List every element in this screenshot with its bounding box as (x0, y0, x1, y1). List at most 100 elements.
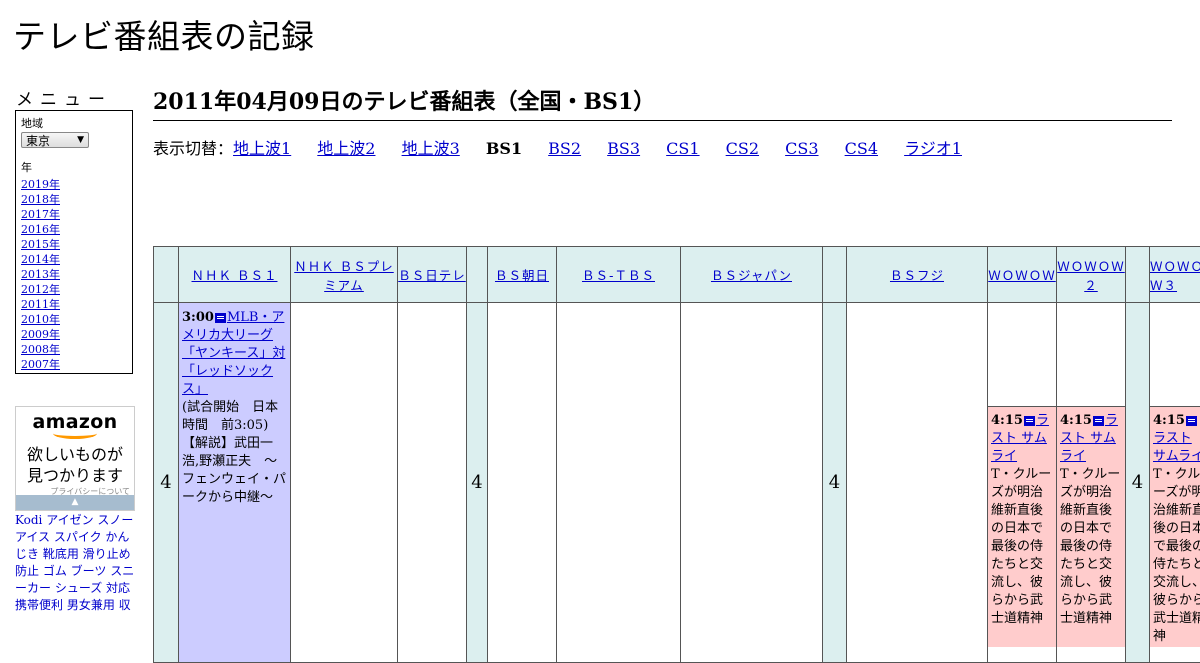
channel-header-row: ＮＨＫ ＢＳ１ ＮＨＫ ＢＳプレミアム ＢＳ日テレ ＢＳ朝日 ＢＳ-ＴＢＳ ＢＳ… (154, 247, 1200, 303)
switch-cs1[interactable]: CS1 (666, 139, 699, 158)
channel-link[interactable]: ＢＳ朝日 (495, 268, 549, 283)
schedule-cell-empty (557, 303, 681, 663)
year-link-2016[interactable]: 2016年 (21, 223, 60, 236)
year-link-2011[interactable]: 2011年 (21, 298, 60, 311)
switcher-label: 表示切替： (153, 139, 233, 158)
program-last-samurai: 4:15ラスト サムライ T・クルーズが明治維新直後の日本で最後の侍たちと交流し… (988, 407, 1056, 647)
channel-link[interactable]: ＢＳ-ＴＢＳ (582, 268, 655, 283)
view-switcher: 表示切替：地上波1 地上波2 地上波3 BS1 BS2 BS3 CS1 CS2 … (153, 135, 983, 159)
switch-terrestrial2[interactable]: 地上波2 (317, 139, 375, 158)
channel-wowow: ＷＯＷＯＷ (988, 247, 1057, 303)
switch-bs3[interactable]: BS3 (607, 139, 640, 158)
amazon-ad[interactable]: amazon 欲しいものが 見つかります プライバシーについて ▲ (15, 406, 135, 511)
switch-bs1-current: BS1 (486, 139, 522, 158)
year-link-2013[interactable]: 2013年 (21, 268, 60, 281)
channel-link[interactable]: ＷＯＷＯＷ２ (1057, 259, 1125, 293)
subtitle-icon (1093, 416, 1104, 426)
data-broadcast-icon (215, 313, 226, 323)
channel-link[interactable]: ＢＳフジ (890, 268, 944, 283)
hour-header (1126, 247, 1150, 303)
region-select[interactable]: 東京 ▼ (21, 132, 89, 148)
hour-header (154, 247, 179, 303)
hour-cell: 4 (823, 303, 847, 663)
hour-row-4: 4 3:00MLB・アメリカ大リーグ「ヤンキース」対「レッドソックス」 (試合開… (154, 303, 1200, 663)
switch-bs2[interactable]: BS2 (548, 139, 581, 158)
year-link-2012[interactable]: 2012年 (21, 283, 60, 296)
switch-cs4[interactable]: CS4 (845, 139, 878, 158)
channel-bs-nittele: ＢＳ日テレ (398, 247, 467, 303)
menu-heading: メニュー (16, 85, 112, 110)
year-link-2009[interactable]: 2009年 (21, 328, 60, 341)
ad-bar[interactable]: ▲ (16, 495, 134, 510)
schedule-cell-empty (291, 303, 398, 663)
hour-cell: 4 (467, 303, 488, 663)
hour-cell: 4 (1126, 303, 1150, 663)
region-label: 地域 (21, 115, 127, 131)
program-cell-wowow2: 4:15ラスト サムライ T・クルーズが明治維新直後の日本で最後の侍たちと交流し… (1057, 303, 1126, 663)
ad-copy-line1: 欲しいものが (16, 444, 134, 465)
page-title: 2011年04月09日のテレビ番組表（全国・BS1） (153, 84, 1172, 121)
year-link-2019[interactable]: 2019年 (21, 178, 60, 191)
ad-copy: 欲しいものが 見つかります (16, 444, 134, 486)
schedule-table: ＮＨＫ ＢＳ１ ＮＨＫ ＢＳプレミアム ＢＳ日テレ ＢＳ朝日 ＢＳ-ＴＢＳ ＢＳ… (153, 246, 1200, 663)
switch-terrestrial3[interactable]: 地上波3 (402, 139, 460, 158)
program-cell-wowow3: 4:15 ラスト サムライ T・クルーズが明治維新直後の日本で最後の侍たちと交流し… (1150, 303, 1200, 663)
channel-bs-fuji: ＢＳフジ (847, 247, 988, 303)
program-time: 4:15 (1060, 413, 1092, 428)
year-link-2007[interactable]: 2007年 (21, 358, 60, 371)
program-last-samurai: 4:15 ラスト サムライ T・クルーズが明治維新直後の日本で最後の侍たちと交流し… (1150, 407, 1200, 647)
switch-cs3[interactable]: CS3 (785, 139, 818, 158)
channel-link[interactable]: ＢＳ日テレ (398, 268, 466, 283)
year-link-2008[interactable]: 2008年 (21, 343, 60, 356)
program-time: 4:15 (991, 413, 1023, 428)
switch-radio1[interactable]: ラジオ1 (904, 139, 962, 158)
channel-link[interactable]: ＢＳジャパン (711, 268, 792, 283)
channel-wowow3: ＷＯＷＯＷ３ (1150, 247, 1200, 303)
region-select-value: 東京 (26, 132, 50, 149)
channel-link[interactable]: ＷＯＷＯＷ (988, 268, 1056, 283)
switch-cs2[interactable]: CS2 (726, 139, 759, 158)
menu-panel: 地域 東京 ▼ 年 2019年 2018年 2017年 2016年 2015年 … (15, 110, 133, 374)
schedule-cell-empty (398, 303, 467, 663)
year-link-2018[interactable]: 2018年 (21, 193, 60, 206)
program-description: T・クルーズが明治維新直後の日本で最後の侍たちと交流し、彼らから武士道精神 (1153, 466, 1200, 646)
schedule-cell-empty (988, 303, 1056, 407)
amazon-logo: amazon (16, 411, 134, 433)
channel-bs-asahi: ＢＳ朝日 (488, 247, 557, 303)
year-link-2017[interactable]: 2017年 (21, 208, 60, 221)
schedule-cell-empty (488, 303, 557, 663)
schedule-cell-empty (1057, 303, 1125, 407)
schedule-cell-empty (681, 303, 823, 663)
channel-bs-tbs: ＢＳ-ＴＢＳ (557, 247, 681, 303)
program-description: T・クルーズが明治維新直後の日本で最後の侍たちと交流し、彼らから武士道精神 (991, 466, 1053, 628)
schedule-cell-empty (847, 303, 988, 663)
switch-terrestrial1[interactable]: 地上波1 (233, 139, 291, 158)
program-cell-wowow: 4:15ラスト サムライ T・クルーズが明治維新直後の日本で最後の侍たちと交流し… (988, 303, 1057, 663)
channel-link[interactable]: ＮＨＫ ＢＳプレミアム (294, 259, 393, 293)
site-title: テレビ番組表の記録 (13, 10, 315, 58)
channel-link[interactable]: ＷＯＷＯＷ３ (1150, 259, 1200, 293)
program-time: 4:15 (1153, 413, 1185, 428)
channel-bs-japan: ＢＳジャパン (681, 247, 823, 303)
hour-header (467, 247, 488, 303)
year-link-2010[interactable]: 2010年 (21, 313, 60, 326)
program-last-samurai: 4:15ラスト サムライ T・クルーズが明治維新直後の日本で最後の侍たちと交流し… (1057, 407, 1125, 647)
program-description: T・クルーズが明治維新直後の日本で最後の侍たちと交流し、彼らから武士道精神 (1060, 466, 1122, 628)
channel-wowow2: ＷＯＷＯＷ２ (1057, 247, 1126, 303)
ad-copy-line2: 見つかります (16, 465, 134, 486)
year-list: 2019年 2018年 2017年 2016年 2015年 2014年 2013… (21, 177, 127, 372)
program-title-link[interactable]: ラスト サムライ (1153, 431, 1200, 464)
subtitle-icon (1186, 416, 1197, 426)
program-description: (試合開始 日本時間 前3:05) 【解説】武田一浩,野瀬正夫 ～フェンウェイ・… (182, 399, 287, 507)
year-link-2014[interactable]: 2014年 (21, 253, 60, 266)
keyword-link[interactable]: Kodi アイゼン スノーアイス スパイク かんじき 靴底用 滑り止め 防止 ゴ… (15, 513, 134, 612)
year-link-2015[interactable]: 2015年 (21, 238, 60, 251)
channel-link[interactable]: ＮＨＫ ＢＳ１ (192, 268, 278, 283)
year-label: 年 (21, 159, 127, 175)
hour-cell: 4 (154, 303, 179, 663)
hour-header (823, 247, 847, 303)
channel-nhk-bs-premium: ＮＨＫ ＢＳプレミアム (291, 247, 398, 303)
program-mlb: 3:00MLB・アメリカ大リーグ「ヤンキース」対「レッドソックス」 (試合開始 … (179, 303, 291, 663)
channel-nhk-bs1: ＮＨＫ ＢＳ１ (179, 247, 291, 303)
keyword-links[interactable]: Kodi アイゼン スノーアイス スパイク かんじき 靴底用 滑り止め 防止 ゴ… (15, 512, 135, 614)
